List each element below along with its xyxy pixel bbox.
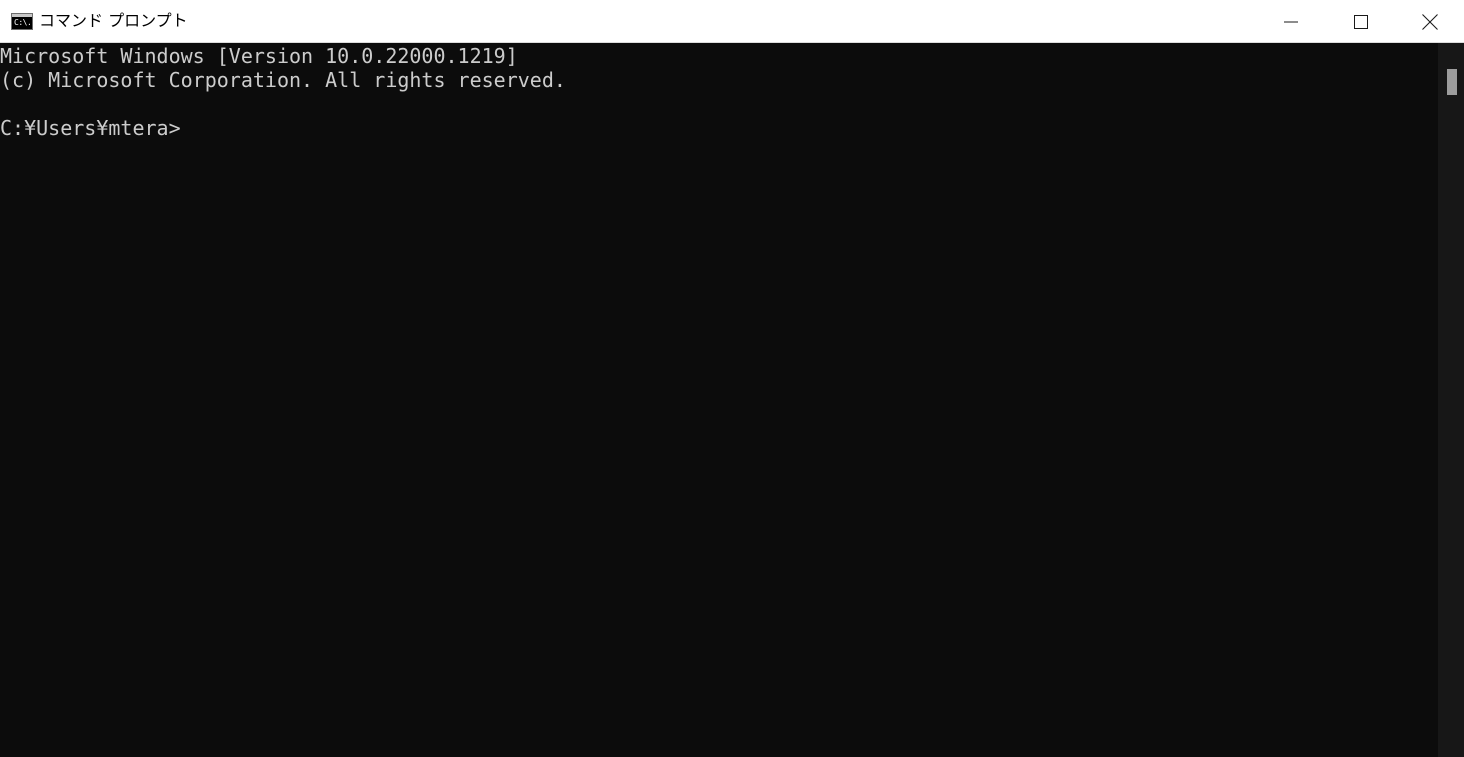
window-title: コマンド プロンプト [39, 11, 188, 30]
vertical-scrollbar[interactable] [1438, 43, 1464, 757]
console-line-copyright: (c) Microsoft Corporation. All rights re… [0, 68, 566, 92]
console-output-area[interactable]: Microsoft Windows [Version 10.0.22000.12… [0, 43, 1438, 757]
icon-glyph: C:\. [14, 18, 32, 27]
minimize-button[interactable] [1256, 0, 1326, 43]
command-prompt-window: C:\. コマンド プロンプト Microsoft Windows [Versi… [0, 0, 1464, 757]
close-icon [1422, 13, 1438, 30]
minimize-icon [1284, 21, 1298, 22]
icon-bar [12, 14, 32, 17]
maximize-icon [1354, 14, 1368, 29]
console-line-prompt[interactable]: C:¥Users¥mtera> [0, 116, 181, 140]
scrollbar-thumb[interactable] [1447, 69, 1457, 95]
cmd-app-icon[interactable]: C:\. [11, 13, 33, 30]
maximize-button[interactable] [1326, 0, 1396, 43]
console-line-version: Microsoft Windows [Version 10.0.22000.12… [0, 44, 518, 68]
title-bar[interactable]: C:\. コマンド プロンプト [0, 0, 1464, 43]
close-button[interactable] [1396, 0, 1464, 43]
